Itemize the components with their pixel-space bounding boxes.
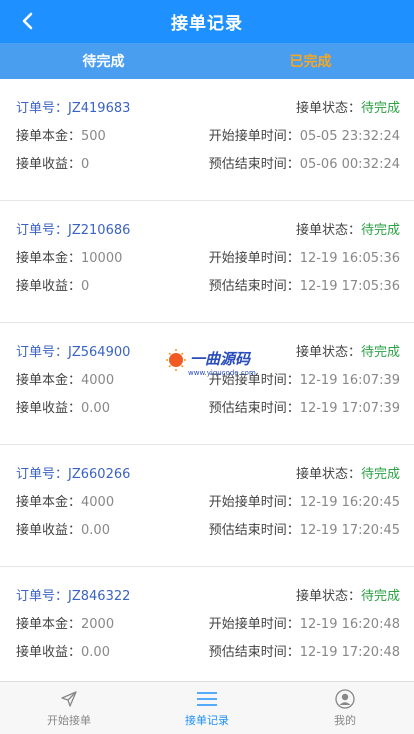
order-income: 接单收益：0.00 — [16, 644, 110, 660]
order-number: 订单号：JZ846322 — [16, 588, 131, 604]
order-number: 订单号：JZ660266 — [16, 466, 131, 482]
order-end-time: 预估结束时间：12-19 17:05:36 — [208, 278, 400, 294]
order-number: 订单号：JZ564900 — [16, 344, 131, 360]
order-number: 订单号：JZ210686 — [16, 222, 131, 238]
order-income-row: 接单收益：0 预估结束时间：12-19 17:05:36 — [16, 270, 400, 298]
header-bar: 接单记录 — [0, 0, 414, 43]
order-income: 接单收益：0 — [16, 156, 90, 172]
order-header-row: 订单号：JZ210686 接单状态：待完成 — [16, 214, 400, 242]
status-tabs: 待完成 已完成 — [0, 43, 414, 79]
order-header-row: 订单号：JZ846322 接单状态：待完成 — [16, 580, 400, 608]
tabbar-item-records[interactable]: 接单记录 — [138, 682, 276, 734]
send-icon — [58, 688, 80, 710]
tabbar-label: 我的 — [334, 714, 356, 727]
order-principal: 接单本金：4000 — [16, 494, 115, 510]
tabbar-label: 开始接单 — [47, 714, 91, 727]
order-principal: 接单本金：4000 — [16, 372, 115, 388]
tab-completed[interactable]: 已完成 — [207, 43, 414, 79]
order-status: 接单状态：待完成 — [295, 344, 400, 360]
order-income: 接单收益：0.00 — [16, 400, 110, 416]
order-income-row: 接单收益：0.00 预估结束时间：12-19 17:20:45 — [16, 514, 400, 542]
order-principal: 接单本金：500 — [16, 128, 106, 144]
order-end-time: 预估结束时间：12-19 17:07:39 — [208, 400, 400, 416]
order-income: 接单收益：0.00 — [16, 522, 110, 538]
back-button[interactable] — [14, 8, 40, 34]
tab-pending[interactable]: 待完成 — [0, 43, 207, 79]
order-card[interactable]: 订单号：JZ564900 接单状态：待完成接单本金：4000 开始接单时间：12-1… — [0, 323, 414, 445]
order-number: 订单号：JZ419683 — [16, 100, 131, 116]
page-title: 接单记录 — [171, 14, 243, 34]
order-principal-row: 接单本金：4000 开始接单时间：12-19 16:20:45 — [16, 486, 400, 514]
order-status: 接单状态：待完成 — [295, 466, 400, 482]
tabbar-label: 接单记录 — [185, 714, 229, 727]
order-principal-row: 接单本金：10000 开始接单时间：12-19 16:05:36 — [16, 242, 400, 270]
order-end-time: 预估结束时间：12-19 17:20:45 — [208, 522, 400, 538]
tabbar-item-start[interactable]: 开始接单 — [0, 682, 138, 734]
order-income-row: 接单收益：0.00 预估结束时间：12-19 17:07:39 — [16, 392, 400, 420]
order-header-row: 订单号：JZ564900 接单状态：待完成 — [16, 336, 400, 364]
order-principal-row: 接单本金：500 开始接单时间：05-05 23:32:24 — [16, 120, 400, 148]
order-start-time: 开始接单时间：12-19 16:07:39 — [208, 372, 400, 388]
bottom-tabbar: 开始接单 接单记录 我的 — [0, 681, 414, 734]
order-status: 接单状态：待完成 — [295, 222, 400, 238]
chevron-left-icon — [22, 12, 33, 30]
user-icon — [334, 688, 356, 710]
order-end-time: 预估结束时间：12-19 17:20:48 — [208, 644, 400, 660]
order-list: 订单号：JZ419683 接单状态：待完成 接单本金：500 开始接单时间：05-05… — [0, 79, 414, 689]
tabbar-item-mine[interactable]: 我的 — [276, 682, 414, 734]
order-start-time: 开始接单时间：05-05 23:32:24 — [208, 128, 400, 144]
order-header-row: 订单号：JZ660266 接单状态：待完成 — [16, 458, 400, 486]
order-principal-row: 接单本金：4000 开始接单时间：12-19 16:07:39 — [16, 364, 400, 392]
order-end-time: 预估结束时间：05-06 00:32:24 — [208, 156, 400, 172]
order-start-time: 开始接单时间：12-19 16:20:48 — [208, 616, 400, 632]
order-card[interactable]: 订单号：JZ660266 接单状态：待完成接单本金：4000 开始接单时间：12-1… — [0, 445, 414, 567]
order-income-row: 接单收益：0.00 预估结束时间：12-19 17:20:48 — [16, 636, 400, 664]
order-principal: 接单本金：10000 — [16, 250, 123, 266]
order-income: 接单收益：0 — [16, 278, 90, 294]
order-start-time: 开始接单时间：12-19 16:20:45 — [208, 494, 400, 510]
order-card[interactable]: 订单号：JZ846322 接单状态：待完成接单本金：2000 开始接单时间：12-1… — [0, 567, 414, 689]
order-header-row: 订单号：JZ419683 接单状态：待完成 — [16, 92, 400, 120]
order-status: 接单状态：待完成 — [295, 588, 400, 604]
order-start-time: 开始接单时间：12-19 16:05:36 — [208, 250, 400, 266]
order-principal-row: 接单本金：2000 开始接单时间：12-19 16:20:48 — [16, 608, 400, 636]
order-card[interactable]: 订单号：JZ419683 接单状态：待完成接单本金：500 开始接单时间：05-05… — [0, 79, 414, 201]
order-card[interactable]: 订单号：JZ210686 接单状态：待完成接单本金：10000 开始接单时间：12-… — [0, 201, 414, 323]
list-icon — [196, 688, 218, 710]
order-income-row: 接单收益：0 预估结束时间：05-06 00:32:24 — [16, 148, 400, 176]
order-principal: 接单本金：2000 — [16, 616, 115, 632]
order-status: 接单状态：待完成 — [295, 100, 400, 116]
